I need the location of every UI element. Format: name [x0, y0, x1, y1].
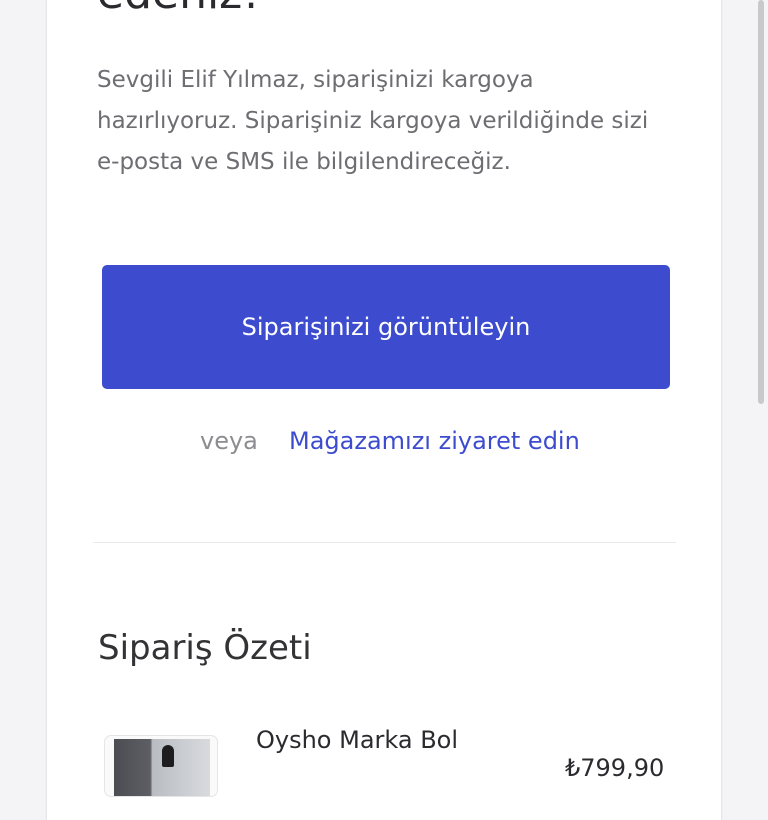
order-summary-title: Sipariş Özeti: [98, 628, 312, 668]
view-order-button[interactable]: Siparişinizi görüntüleyin: [102, 265, 670, 389]
item-thumbnail: [104, 735, 218, 797]
confirmation-message: Sevgili Elif Yılmaz, siparişinizi kargoy…: [97, 67, 649, 175]
product-model-figure: [162, 745, 174, 767]
or-text: veya: [200, 427, 258, 455]
section-divider: [93, 542, 676, 543]
confirmation-heading: edeniz!: [97, 0, 260, 20]
item-name: Oysho Marka Bol: [256, 726, 459, 754]
item-price: ₺799,90: [565, 754, 665, 782]
visit-store-link[interactable]: Mağazamızı ziyaret edin: [289, 421, 580, 461]
scrollbar[interactable]: [758, 0, 764, 404]
product-image: [114, 739, 210, 796]
